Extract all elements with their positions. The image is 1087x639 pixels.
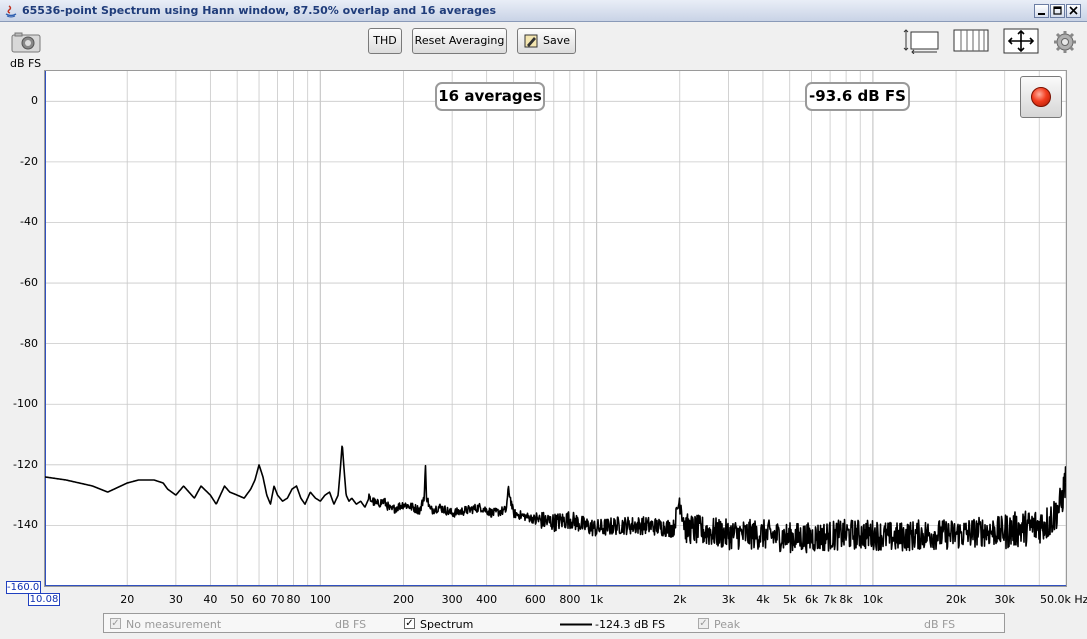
title-bar: 65536-point Spectrum using Hann window, …: [0, 0, 1087, 22]
x-tick-label: 60: [252, 593, 267, 606]
spectrum-chart: [45, 71, 1066, 586]
x-tick-label: 7k: [823, 593, 837, 606]
legend-no-measurement-label: No measurement: [126, 618, 222, 631]
y-axis-unit-label: dB FS: [10, 57, 42, 70]
y-tick-label: -140: [13, 518, 38, 532]
x-tick-label: 2k: [673, 593, 687, 606]
spectrum-trace: [45, 445, 1066, 554]
x-tick-label: 3k: [721, 593, 736, 606]
grid-lines: [45, 71, 1066, 586]
y-tick-label: -40: [20, 215, 38, 229]
window-title: 65536-point Spectrum using Hann window, …: [22, 4, 497, 17]
maximize-icon: [1053, 6, 1062, 15]
x-tick-label: 50.0k Hz: [1040, 593, 1087, 606]
camera-icon[interactable]: [11, 31, 41, 53]
y-tick-label: -60: [20, 276, 38, 290]
legend-peak-value: dB FS: [924, 618, 956, 631]
x-tick-label: 8k: [839, 593, 853, 606]
pan-icon[interactable]: [1003, 28, 1039, 54]
x-tick-label: 20: [120, 593, 135, 606]
axis-range-icon[interactable]: [902, 28, 940, 54]
x-tick-label: 200: [392, 593, 414, 606]
legend-no-measurement-value: dB FS: [335, 618, 367, 631]
minimize-button[interactable]: [1034, 4, 1049, 18]
y-tick-label: -80: [20, 336, 38, 350]
thd-button[interactable]: THD: [368, 28, 402, 54]
x-tick-label: 80: [286, 593, 301, 606]
save-button[interactable]: Save: [517, 28, 576, 54]
x-tick-label: 20k: [945, 593, 967, 606]
x-min-field[interactable]: 10.08: [28, 593, 60, 606]
x-tick-label: 1k: [589, 593, 604, 606]
legend-spectrum-checkbox[interactable]: ✓: [404, 618, 415, 629]
x-tick-label: 40: [203, 593, 218, 606]
x-tick-label: 30: [168, 593, 183, 606]
legend-spectrum-value: -124.3 dB FS: [595, 618, 666, 631]
x-tick-label: 6k: [804, 593, 819, 606]
save-icon: [524, 34, 538, 48]
close-icon: [1069, 6, 1078, 15]
minimize-icon: [1038, 13, 1045, 15]
legend-peak-checkbox[interactable]: ✓: [698, 618, 709, 629]
averages-indicator: 16 averages: [435, 82, 545, 111]
x-tick-label: 10k: [862, 593, 884, 606]
x-tick-label: 70: [270, 593, 285, 606]
spectrum-trace-group: [45, 445, 1066, 554]
y-tick-label: -20: [20, 154, 38, 168]
legend-bar: ✓ No measurement dB FS ✓ Spectrum -124.3…: [103, 613, 1005, 633]
save-button-label: Save: [542, 34, 570, 47]
gear-icon[interactable]: [1053, 28, 1077, 54]
spectrum-plot[interactable]: [44, 70, 1067, 587]
legend-spectrum-swatch: [560, 623, 592, 626]
x-tick-label: 800: [559, 593, 581, 606]
record-button[interactable]: [1020, 76, 1062, 118]
legend-no-measurement-checkbox[interactable]: ✓: [110, 618, 121, 629]
close-button[interactable]: [1066, 4, 1081, 18]
x-tick-label: 5k: [783, 593, 797, 606]
y-tick-label: 0: [31, 94, 38, 108]
java-app-icon: [5, 5, 17, 18]
legend-spectrum-label: Spectrum: [420, 618, 474, 631]
x-tick-label: 30k: [994, 593, 1015, 606]
x-tick-label: 300: [441, 593, 463, 606]
level-readout: -93.6 dB FS: [805, 82, 910, 111]
x-tick-label: 600: [524, 593, 546, 606]
grid-icon[interactable]: [953, 28, 989, 54]
y-tick-label: -120: [13, 457, 38, 471]
y-tick-label: -100: [13, 397, 38, 411]
x-tick-label: 400: [476, 593, 498, 606]
maximize-button[interactable]: [1050, 4, 1065, 18]
x-tick-label: 100: [309, 593, 331, 606]
record-led-icon: [1031, 87, 1051, 107]
x-tick-label: 50: [230, 593, 245, 606]
reset-averaging-button[interactable]: Reset Averaging: [412, 28, 507, 54]
x-tick-label: 4k: [756, 593, 770, 606]
legend-peak-label: Peak: [714, 618, 741, 631]
